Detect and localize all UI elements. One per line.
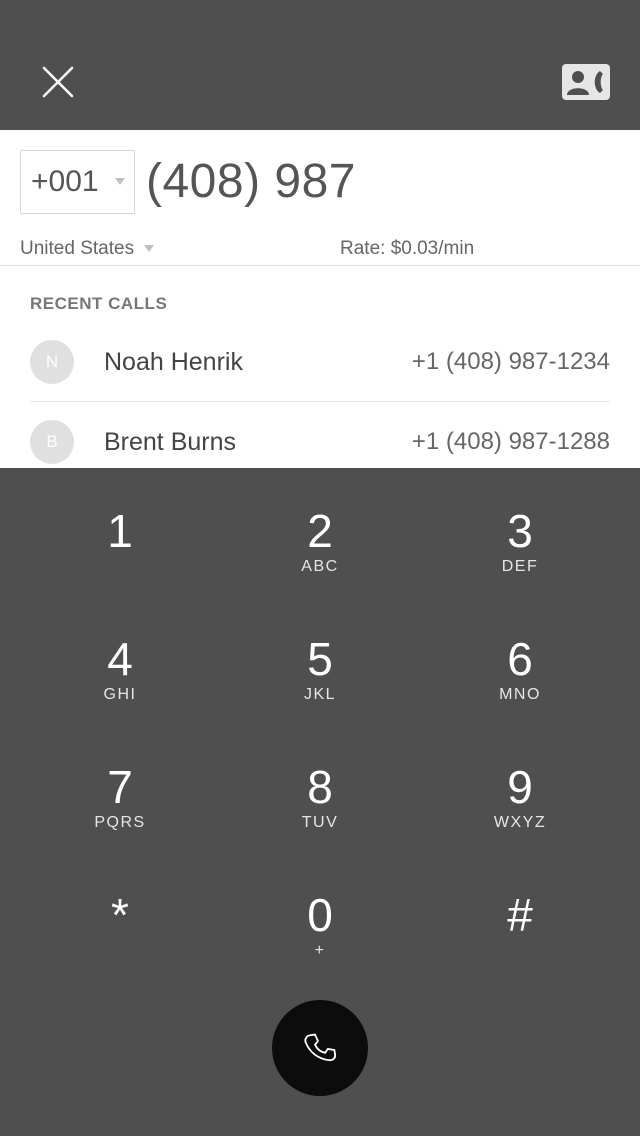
- key-8[interactable]: 8 TUV: [220, 724, 420, 834]
- avatar: B: [30, 420, 74, 464]
- key-4[interactable]: 4 GHI: [20, 596, 220, 706]
- key-digit: #: [507, 889, 533, 941]
- key-digit: 7: [107, 761, 133, 813]
- dial-panel: +001 (408) 987 United States Rate: $0.03…: [0, 130, 640, 468]
- contact-number: +1 (408) 987-1234: [411, 348, 610, 375]
- key-digit: 3: [507, 505, 533, 557]
- key-letters: MNO: [499, 686, 541, 703]
- close-button[interactable]: [36, 60, 80, 104]
- key-digit: 1: [107, 505, 133, 557]
- key-9[interactable]: 9 WXYZ: [420, 724, 620, 834]
- divider: [0, 265, 640, 266]
- key-0[interactable]: 0 +: [220, 852, 420, 962]
- call-rate: Rate: $0.03/min: [340, 238, 475, 259]
- country-code-select[interactable]: +001: [20, 150, 135, 214]
- call-button[interactable]: [272, 1000, 368, 1096]
- key-letters: PQRS: [94, 814, 146, 831]
- country-select[interactable]: United States: [20, 238, 155, 260]
- key-letters: TUV: [301, 814, 339, 831]
- key-1[interactable]: 1: [20, 468, 220, 578]
- key-2[interactable]: 2 ABC: [220, 468, 420, 578]
- recent-call-row[interactable]: B Brent Burns +1 (408) 987-1288: [30, 410, 610, 474]
- phone-number-input[interactable]: (408) 987: [146, 154, 356, 209]
- key-letters: JKL: [303, 686, 337, 703]
- key-digit: 4: [107, 633, 133, 685]
- key-3[interactable]: 3 DEF: [420, 468, 620, 578]
- avatar: N: [30, 340, 74, 384]
- top-bar: [0, 0, 640, 130]
- country-code-value: +001: [31, 165, 99, 198]
- key-5[interactable]: 5 JKL: [220, 596, 420, 706]
- country-label: United States: [20, 238, 135, 259]
- key-star[interactable]: *: [20, 852, 220, 962]
- key-letters: ABC: [301, 558, 339, 575]
- close-icon: [42, 66, 74, 98]
- recent-calls-heading: RECENT CALLS: [30, 294, 168, 313]
- key-7[interactable]: 7 PQRS: [20, 724, 220, 834]
- contacts-call-icon: [562, 64, 610, 100]
- contact-name: Noah Henrik: [104, 348, 243, 376]
- contacts-button[interactable]: [562, 64, 610, 100]
- chevron-down-icon: [115, 178, 125, 185]
- chevron-down-icon: [144, 245, 155, 253]
- key-hash[interactable]: #: [420, 852, 620, 962]
- key-digit: 0: [307, 889, 333, 941]
- key-digit: 6: [507, 633, 533, 685]
- divider: [30, 401, 610, 402]
- key-digit: 9: [507, 761, 533, 813]
- key-digit: 5: [307, 633, 333, 685]
- key-letters: WXYZ: [493, 814, 547, 831]
- key-digit: 2: [307, 505, 333, 557]
- key-6[interactable]: 6 MNO: [420, 596, 620, 706]
- key-digit: 8: [307, 761, 333, 813]
- key-letters: +: [314, 942, 326, 959]
- key-letters: DEF: [501, 558, 539, 575]
- recent-call-row[interactable]: N Noah Henrik +1 (408) 987-1234: [30, 330, 610, 394]
- contact-number: +1 (408) 987-1288: [411, 428, 610, 455]
- phone-icon: [304, 1033, 337, 1062]
- key-letters: GHI: [103, 686, 137, 703]
- key-digit: *: [111, 889, 129, 941]
- contact-name: Brent Burns: [104, 428, 237, 456]
